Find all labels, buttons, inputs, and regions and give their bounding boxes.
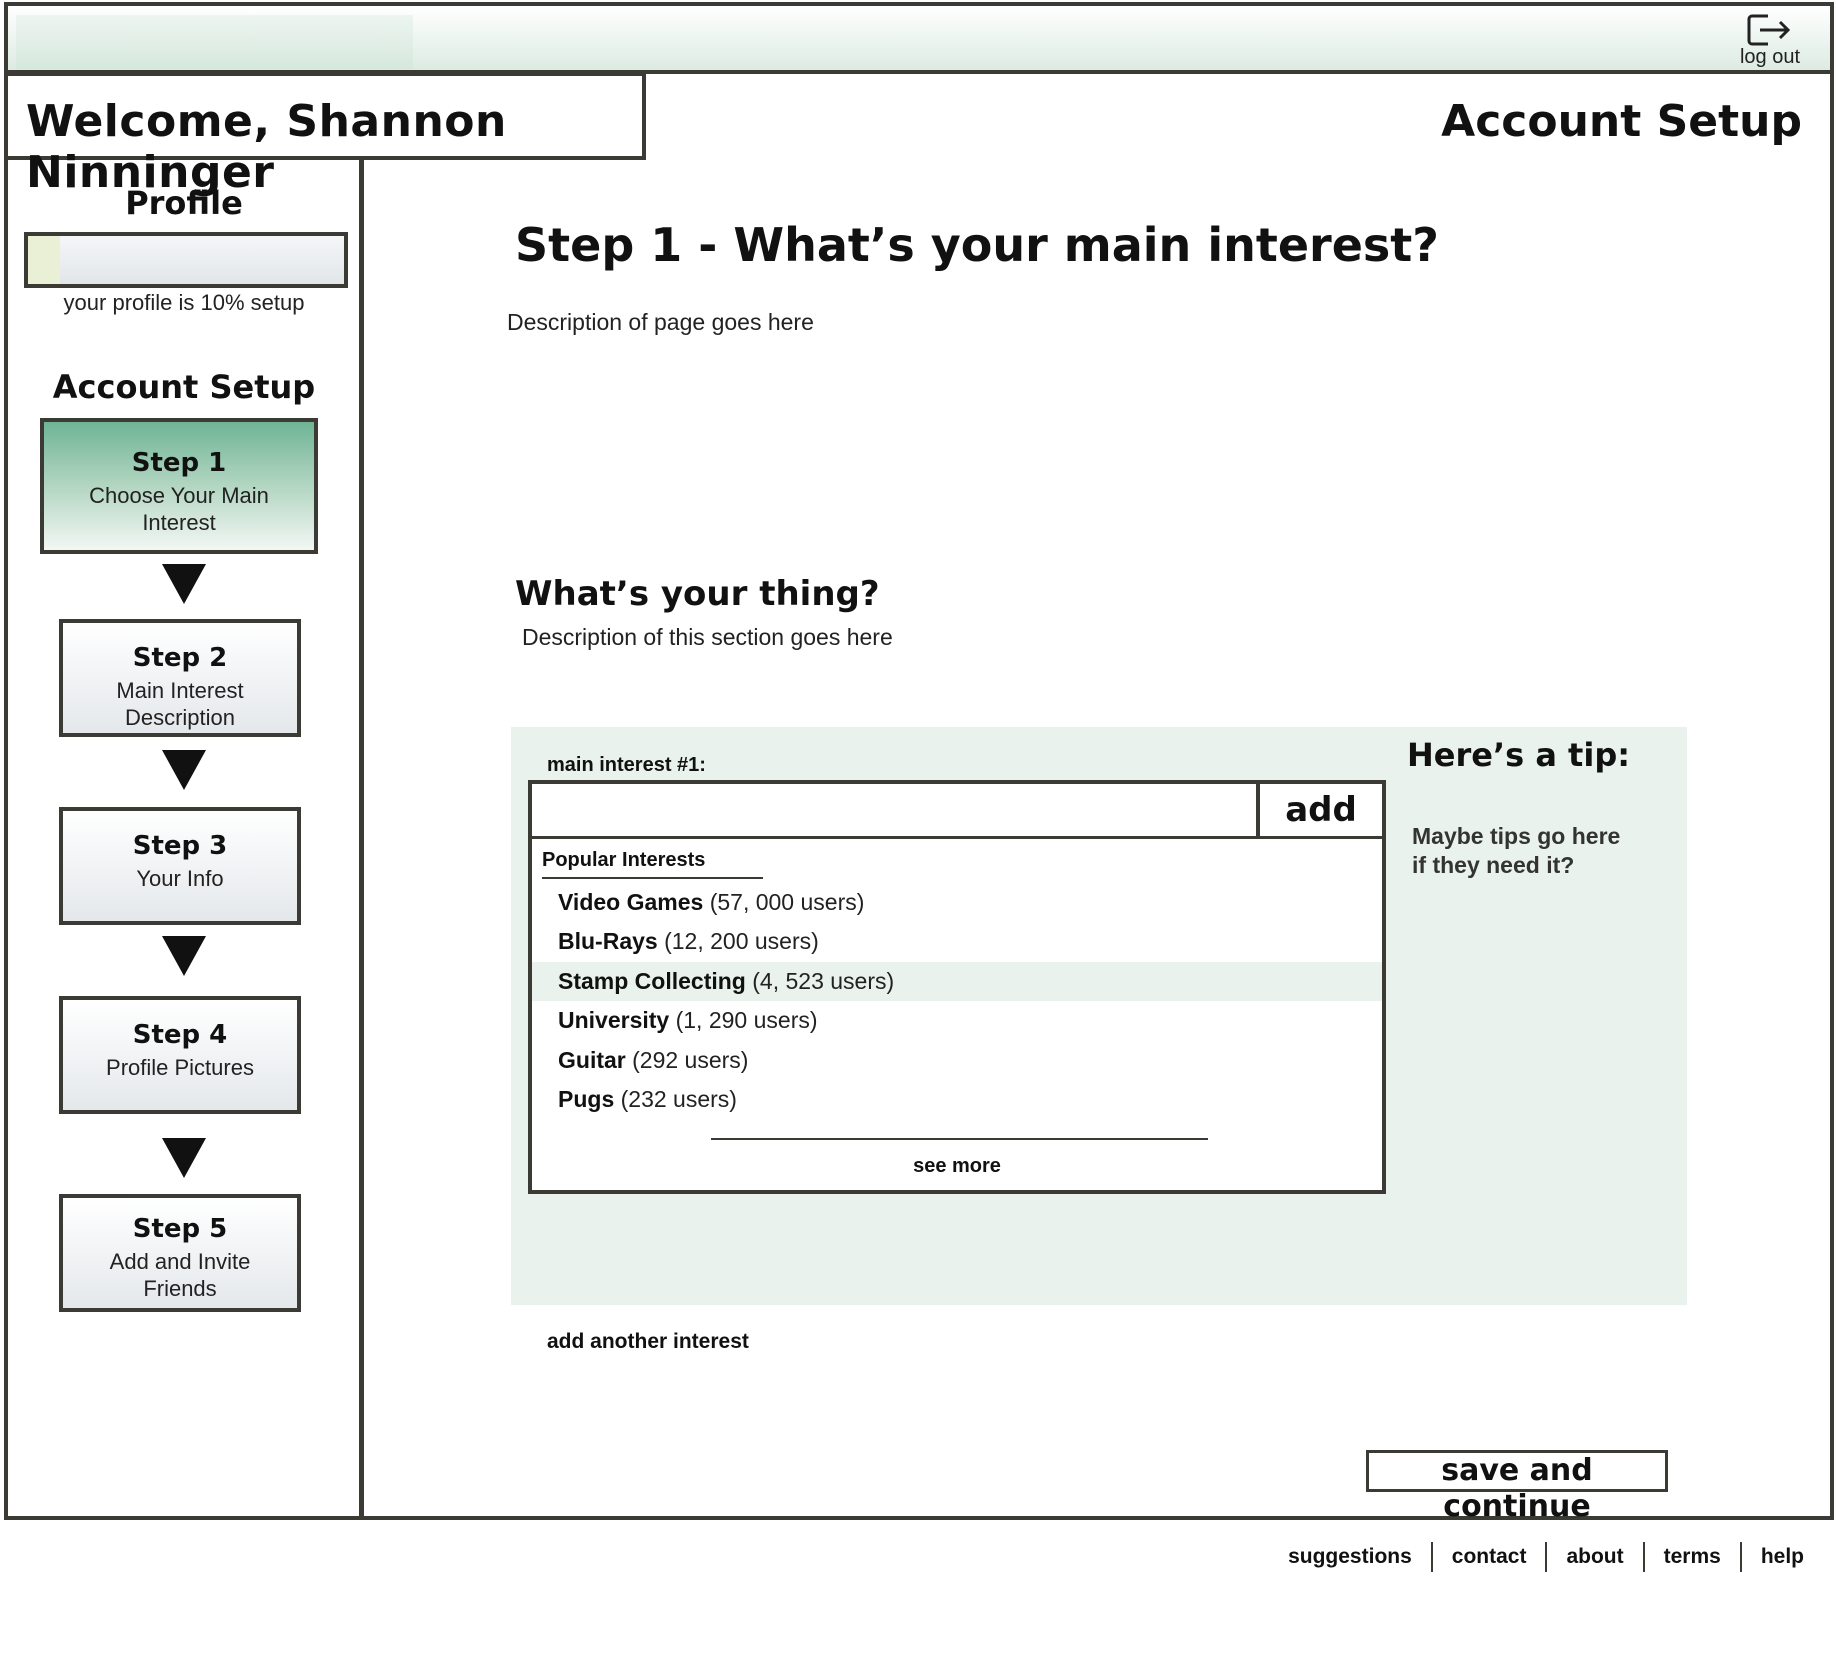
footer-link-suggestions[interactable]: suggestions bbox=[1269, 1545, 1431, 1569]
sidebar-step-2[interactable]: Step 2 Main Interest Description bbox=[59, 619, 301, 737]
logout-button[interactable]: log out bbox=[1734, 12, 1806, 69]
sidebar: Profile your profile is 10% setup Accoun… bbox=[4, 156, 364, 1518]
interest-name: Stamp Collecting bbox=[558, 967, 746, 994]
interest-input[interactable] bbox=[528, 780, 1260, 840]
profile-title: Profile bbox=[125, 184, 243, 222]
sidebar-step-3[interactable]: Step 3 Your Info bbox=[59, 807, 301, 925]
list-item[interactable]: Video Games (57, 000 users) bbox=[532, 883, 1382, 922]
footer-link-contact[interactable]: contact bbox=[1433, 1545, 1546, 1569]
top-bar-search-area bbox=[16, 15, 413, 69]
top-bar: log out bbox=[4, 2, 1834, 74]
interest-label: main interest #1: bbox=[547, 754, 706, 776]
interest-name: Video Games bbox=[558, 889, 704, 915]
profile-progress-text: your profile is 10% setup bbox=[63, 290, 305, 315]
interest-count: (1, 290 users) bbox=[675, 1007, 818, 1034]
tip-text: Maybe tips go here if they need it? bbox=[1412, 823, 1621, 878]
page-title: Account Setup bbox=[1441, 96, 1802, 147]
step-arrow-icon bbox=[162, 1138, 206, 1178]
sidebar-step-5[interactable]: Step 5 Add and Invite Friends bbox=[59, 1194, 301, 1312]
step-number: Step 3 bbox=[132, 831, 228, 861]
step-number: Step 5 bbox=[132, 1214, 228, 1244]
footer-link-help[interactable]: help bbox=[1742, 1545, 1804, 1569]
interest-count: (12, 200 users) bbox=[664, 928, 819, 955]
interest-name: University bbox=[558, 1007, 670, 1034]
content-title: Step 1 - What’s your main interest? bbox=[515, 218, 1439, 272]
section-title: What’s your thing? bbox=[515, 574, 880, 614]
list-item[interactable]: Stamp Collecting (4, 523 users) bbox=[532, 961, 1382, 1002]
step-description: Main Interest Description bbox=[116, 678, 244, 730]
profile-progress-fill bbox=[28, 236, 60, 284]
list-item[interactable]: Guitar (292 users) bbox=[532, 1041, 1382, 1080]
popular-interests-list: Video Games (57, 000 users) Blu-Rays (12… bbox=[532, 883, 1382, 1119]
list-item[interactable]: University (1, 290 users) bbox=[532, 1001, 1382, 1040]
logout-label: log out bbox=[1739, 46, 1801, 68]
footer-nav: suggestions contact about terms help bbox=[1269, 1542, 1804, 1572]
see-more-link[interactable]: see more bbox=[532, 1155, 1382, 1178]
step-description: Your Info bbox=[136, 866, 224, 891]
sidebar-step-1[interactable]: Step 1 Choose Your Main Interest bbox=[40, 418, 318, 554]
interest-name: Guitar bbox=[558, 1046, 626, 1073]
content-description: Description of page goes here bbox=[507, 309, 814, 335]
account-setup-title: Account Setup bbox=[52, 368, 316, 406]
interest-count: (4, 523 users) bbox=[752, 967, 895, 994]
interest-name: Pugs bbox=[558, 1085, 615, 1112]
interest-count: (232 users) bbox=[620, 1085, 737, 1112]
interest-name: Blu-Rays bbox=[558, 928, 658, 955]
list-item[interactable]: Blu-Rays (12, 200 users) bbox=[532, 922, 1382, 961]
step-description: Choose Your Main Interest bbox=[89, 483, 269, 535]
interest-count: (57, 000 users) bbox=[709, 889, 865, 915]
step-number: Step 1 bbox=[131, 448, 227, 478]
step-arrow-icon bbox=[162, 750, 206, 790]
step-number: Step 2 bbox=[132, 643, 228, 673]
step-description: Add and Invite Friends bbox=[109, 1249, 251, 1301]
popular-interests-header: Popular Interests bbox=[542, 849, 764, 879]
step-number: Step 4 bbox=[132, 1020, 228, 1050]
welcome-box: Welcome, Shannon Ninninger bbox=[4, 72, 646, 198]
step-description: Profile Pictures bbox=[106, 1055, 254, 1080]
interest-count: (292 users) bbox=[632, 1046, 749, 1073]
section-description: Description of this section goes here bbox=[522, 624, 893, 650]
tip-title: Here’s a tip: bbox=[1407, 736, 1631, 774]
add-another-interest-link[interactable]: add another interest bbox=[547, 1330, 749, 1354]
save-and-continue-button[interactable]: save and continue bbox=[1366, 1450, 1668, 1524]
add-button[interactable]: add bbox=[1256, 780, 1386, 840]
logout-icon bbox=[1747, 14, 1791, 46]
list-item[interactable]: Pugs (232 users) bbox=[532, 1080, 1382, 1119]
profile-progress-bar bbox=[24, 232, 348, 288]
dropdown-divider bbox=[711, 1138, 1208, 1140]
step-arrow-icon bbox=[162, 936, 206, 976]
footer-link-terms[interactable]: terms bbox=[1645, 1545, 1740, 1569]
footer-link-about[interactable]: about bbox=[1547, 1545, 1642, 1569]
popular-interests-dropdown: Popular Interests Video Games (57, 000 u… bbox=[528, 836, 1386, 1194]
step-arrow-icon bbox=[162, 564, 206, 604]
sidebar-step-4[interactable]: Step 4 Profile Pictures bbox=[59, 996, 301, 1114]
